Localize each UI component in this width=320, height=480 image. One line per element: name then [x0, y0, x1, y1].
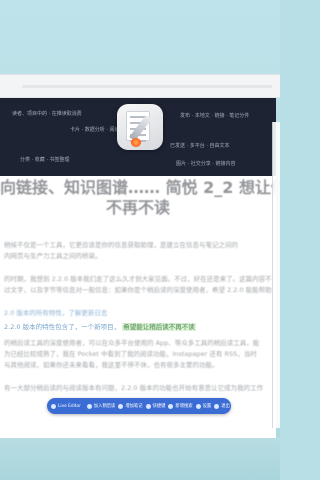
- hero-banner: 读者、项目中的 · 在推读取消费 发布 · 本地文 · 链接 · 笔记分件 卡片…: [0, 98, 276, 176]
- toolbar-item-exit[interactable]: 退出: [214, 403, 230, 409]
- browser-top-bar: [0, 74, 280, 98]
- paragraph-line: 内网页与生产力工具之间的桥梁。: [4, 252, 102, 260]
- app-logo-icon: [117, 104, 163, 150]
- highlighted-sentence: 2.2.0 版本的特性包含了，一个新项目， 希望能让稍后读不再不读: [4, 322, 272, 333]
- highlight-mark[interactable]: 希望能让稍后读不再不读: [122, 323, 196, 331]
- toolbar-item-label: 退出: [221, 404, 230, 409]
- toolbar-item-shortcuts[interactable]: 快捷键: [145, 403, 166, 409]
- hero-node-label: 已发送 · 多平台 · 自由文本: [170, 143, 230, 149]
- paragraph-line: 过文字，以及字节等信息对一般信息：如果你是个稍后读的深度使用者，希望 2.2.0…: [4, 286, 272, 294]
- toolbar-item-label: Live Editor: [58, 403, 81, 409]
- gear-icon: [195, 403, 201, 409]
- keyboard-icon: [145, 403, 151, 409]
- toolbar-item-read-later[interactable]: 加入稍后读: [86, 403, 116, 409]
- toolbar-item-search[interactable]: 新增搜索: [168, 403, 193, 409]
- hero-node-label: 卡片 · 数据分析 · 阅读: [70, 127, 120, 133]
- edit-icon: [51, 403, 56, 409]
- bottom-background: [0, 438, 280, 480]
- paragraph-line: 稍候不仅是一个工具，它更应该是你的信息获取助理，是建立在信息与笔记之间的: [4, 241, 238, 249]
- changelog-link[interactable]: 2.0 版本的所有特性，了解更新日志: [4, 308, 272, 319]
- toolbar-item-label: 加入稍后读: [93, 404, 116, 409]
- note-icon: [118, 403, 124, 409]
- article-title-line1: 向链接、知识图谱…… 简悦 2_2 想让你: [0, 178, 276, 197]
- toolbar-item-settings[interactable]: 设置: [195, 403, 212, 409]
- reader-toolbar: Live Editor 加入稍后读 增加笔记 快捷键 新增搜索 设置 退出: [47, 398, 231, 414]
- toolbar-item-label: 快捷键: [152, 404, 166, 409]
- hero-node-label: 分类 · 收藏 · 书签整理: [20, 157, 70, 163]
- toolbar-item-label: 设置: [202, 404, 212, 409]
- paragraph-line: 为已经比较成熟了，我在 Pocket 中看到了我的阅读功能，Instapaper…: [4, 350, 257, 358]
- side-panel-edge[interactable]: [272, 122, 280, 428]
- toolbar-item-label: 新增搜索: [175, 404, 193, 409]
- article-title-line2: 不再不读: [105, 198, 170, 217]
- article-title: 向链接、知识图谱…… 简悦 2_2 想让你 不再不读: [0, 178, 276, 218]
- search-icon: [168, 403, 174, 409]
- toolbar-item-label: 增加笔记: [125, 404, 143, 409]
- hero-node-label: 图片 · 社交分享 · 链接内容: [176, 161, 236, 167]
- paragraph-line: 的时期，我想到 2.2.0 版本我们走了这么久才到大家见面。不过，好在还是来了。…: [4, 275, 272, 283]
- address-bar[interactable]: [22, 85, 272, 88]
- hero-node-label: 读者、项目中的 · 在推读取消费: [12, 111, 82, 117]
- paragraph-line: 的稍后读工具的深度使用者，可以在众多平台使用的 App、等众多工具的稍后读工具，…: [4, 339, 260, 347]
- toolbar-item-live-editor[interactable]: Live Editor: [51, 403, 81, 409]
- article-page: 读者、项目中的 · 在推读取消费 发布 · 本地文 · 链接 · 笔记分件 卡片…: [0, 98, 276, 438]
- bookmark-icon: [86, 403, 92, 409]
- hero-node-label: 发布 · 本地文 · 链接 · 笔记分件: [180, 113, 250, 119]
- paragraph-line: 有一大部分稍后读的与阅读版本有问题，2.2.0 版本的功能也开始有意思让它成为我…: [4, 384, 264, 392]
- toolbar-item-notes[interactable]: 增加笔记: [118, 403, 143, 409]
- exit-icon: [214, 403, 220, 409]
- paragraph-line: 与其他阅读，如果你还未来看看，我这里不停不休，也有很多主要的功能。: [4, 361, 219, 369]
- highlight-prefix: 2.2.0 版本的特性包含了，一个新项目，: [4, 323, 121, 331]
